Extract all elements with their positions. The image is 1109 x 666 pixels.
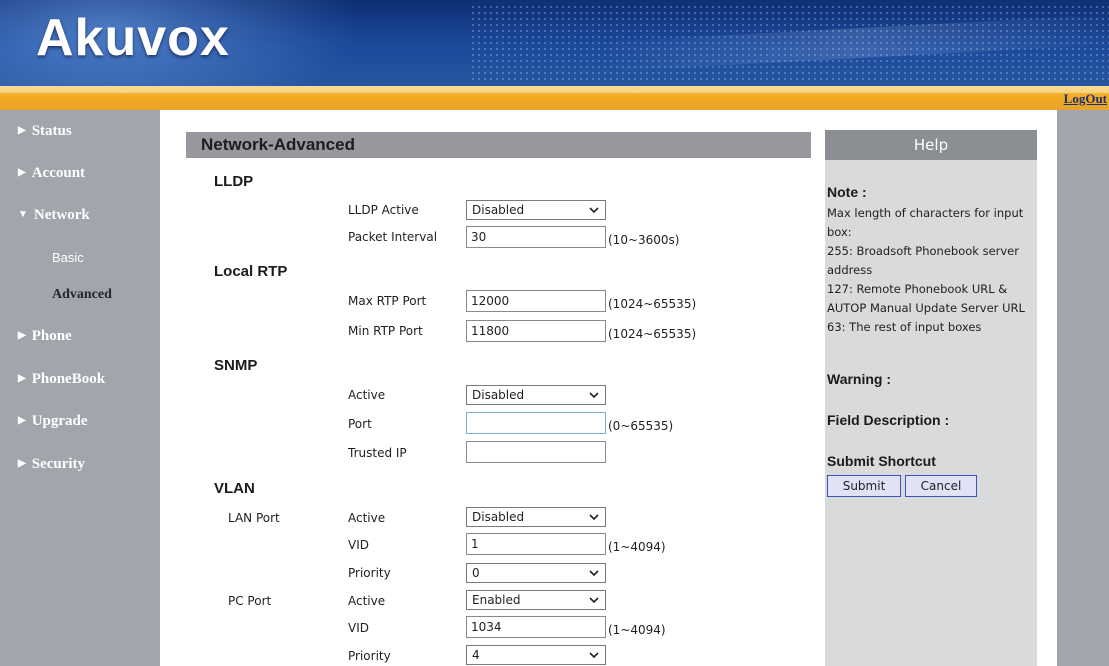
snmp-port-input[interactable]	[466, 412, 606, 434]
section-title-snmp: SNMP	[214, 357, 258, 374]
triangle-right-icon: ▶	[18, 167, 26, 178]
sidebar-item-network[interactable]: ▼ Network	[18, 207, 90, 224]
help-note-line: address	[827, 263, 873, 277]
pc-vid-hint: (1~4094)	[608, 623, 666, 637]
help-field-description-title: Field Description :	[827, 412, 950, 428]
help-note-line: Max length of characters for input	[827, 206, 1024, 220]
lan-vid-label: VID	[348, 538, 369, 552]
akuvox-logo: Akuvox	[36, 9, 230, 67]
band-shine	[0, 86, 1109, 93]
pc-priority-select[interactable]: 4	[466, 645, 606, 665]
sidebar-subitem-basic[interactable]: Basic	[52, 250, 84, 265]
snmp-port-hint: (0~65535)	[608, 419, 674, 433]
snmp-port-label: Port	[348, 417, 372, 431]
cancel-button[interactable]: Cancel	[905, 475, 977, 497]
lan-vid-hint: (1~4094)	[608, 540, 666, 554]
sidebar-item-status[interactable]: ▶ Status	[18, 123, 72, 140]
help-warning-title: Warning :	[827, 371, 892, 387]
lldp-active-label: LLDP Active	[348, 203, 419, 217]
header-banner: Akuvox	[0, 0, 1109, 86]
sidebar-nav: ▶ Status ▶ Account ▼ Network Basic Advanced…	[0, 110, 160, 666]
section-title-local-rtp: Local RTP	[214, 263, 288, 280]
packet-interval-label: Packet Interval	[348, 230, 438, 244]
sidebar-item-phone[interactable]: ▶ Phone	[18, 328, 72, 345]
logout-link[interactable]: LogOut	[1064, 91, 1107, 107]
lan-active-label: Active	[348, 511, 386, 525]
help-note-line: box:	[827, 225, 852, 239]
triangle-right-icon: ▶	[18, 125, 26, 136]
sidebar-subitem-advanced[interactable]: Advanced	[52, 287, 112, 303]
triangle-right-icon: ▶	[18, 373, 26, 384]
chevron-down-icon	[589, 207, 599, 214]
packet-interval-input[interactable]: 30	[466, 226, 606, 248]
sidebar-item-label: Status	[31, 123, 72, 139]
sidebar-item-label: Security	[31, 456, 86, 472]
lan-vid-input[interactable]: 1	[466, 533, 606, 555]
min-rtp-port-label: Min RTP Port	[348, 324, 423, 338]
chevron-down-icon	[589, 392, 599, 399]
max-rtp-port-label: Max RTP Port	[348, 294, 427, 308]
help-submit-shortcut-title: Submit Shortcut	[827, 453, 936, 469]
pc-vid-label: VID	[348, 621, 369, 635]
sidebar-item-label: Account	[31, 165, 86, 181]
sidebar-item-account[interactable]: ▶ Account	[18, 165, 85, 182]
sidebar-item-phonebook[interactable]: ▶ PhoneBook	[18, 371, 105, 388]
sidebar-item-upgrade[interactable]: ▶ Upgrade	[18, 413, 88, 430]
min-rtp-port-hint: (1024~65535)	[608, 327, 697, 341]
sidebar-item-label: PhoneBook	[31, 371, 106, 387]
lldp-active-select[interactable]: Disabled	[466, 200, 606, 220]
help-panel: Note : Max length of characters for inpu…	[825, 160, 1037, 666]
pc-vid-input[interactable]: 1034	[466, 616, 606, 638]
lan-port-label: LAN Port	[228, 511, 280, 525]
pc-priority-label: Priority	[348, 649, 391, 663]
select-value: Disabled	[472, 388, 525, 402]
select-value: 4	[472, 648, 480, 662]
help-note-line: AUTOP Manual Update Server URL	[827, 301, 1025, 315]
pc-active-label: Active	[348, 594, 386, 608]
pc-port-label: PC Port	[228, 594, 272, 608]
page-title: Network-Advanced	[186, 132, 811, 158]
sidebar-item-label: Phone	[31, 328, 72, 344]
main-panel: Network-Advanced LLDP LLDP Active Disabl…	[160, 110, 1057, 666]
chevron-down-icon	[589, 570, 599, 577]
chevron-down-icon	[589, 514, 599, 521]
lan-active-select[interactable]: Disabled	[466, 507, 606, 527]
select-value: Disabled	[472, 203, 525, 217]
chevron-down-icon	[589, 597, 599, 604]
section-title-vlan: VLAN	[214, 480, 255, 497]
sidebar-item-label: Upgrade	[31, 413, 88, 429]
submit-button[interactable]: Submit	[827, 475, 901, 497]
triangle-right-icon: ▶	[18, 415, 26, 426]
select-value: 0	[472, 566, 480, 580]
trusted-ip-input[interactable]	[466, 441, 606, 463]
select-value: Enabled	[472, 593, 521, 607]
snmp-active-label: Active	[348, 388, 386, 402]
help-note-line: 255: Broadsoft Phonebook server	[827, 244, 1019, 258]
help-note-line: 127: Remote Phonebook URL &	[827, 282, 1008, 296]
lan-priority-label: Priority	[348, 566, 391, 580]
trusted-ip-label: Trusted IP	[348, 446, 407, 460]
settings-form: LLDP LLDP Active Disabled Packet Interva…	[186, 158, 811, 666]
max-rtp-port-hint: (1024~65535)	[608, 297, 697, 311]
sidebar-item-label: Network	[33, 207, 90, 223]
snmp-active-select[interactable]: Disabled	[466, 385, 606, 405]
max-rtp-port-input[interactable]: 12000	[466, 290, 606, 312]
top-orange-band: LogOut	[0, 86, 1109, 110]
triangle-down-icon: ▼	[18, 209, 28, 220]
section-title-lldp: LLDP	[214, 173, 254, 190]
lan-priority-select[interactable]: 0	[466, 563, 606, 583]
help-title: Help	[825, 130, 1037, 160]
packet-interval-hint: (10~3600s)	[608, 233, 680, 247]
pc-active-select[interactable]: Enabled	[466, 590, 606, 610]
triangle-right-icon: ▶	[18, 330, 26, 341]
chevron-down-icon	[589, 652, 599, 659]
help-note-line: 63: The rest of input boxes	[827, 320, 982, 334]
right-margin-strip	[1057, 110, 1109, 666]
sidebar-item-security[interactable]: ▶ Security	[18, 456, 85, 473]
select-value: Disabled	[472, 510, 525, 524]
min-rtp-port-input[interactable]: 11800	[466, 320, 606, 342]
triangle-right-icon: ▶	[18, 458, 26, 469]
help-note-title: Note :	[827, 184, 867, 200]
